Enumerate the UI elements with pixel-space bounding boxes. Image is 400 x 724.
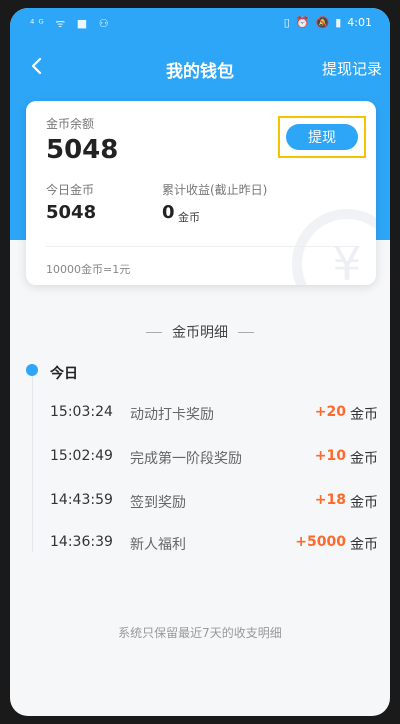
section-title: 金币明细: [172, 325, 228, 341]
record-row: 15:02:49 完成第一阶段奖励 +10 金币: [10, 446, 390, 468]
cumulative-earnings-value: 0: [162, 202, 175, 223]
exchange-rate: 10000金币=1元: [46, 263, 131, 276]
record-row: 15:03:24 动动打卡奖励 +20 金币: [10, 402, 390, 424]
section-line-right: [238, 331, 254, 333]
record-time: 14:43:59: [50, 492, 113, 508]
today-coins-label: 今日金币: [46, 183, 95, 197]
status-time: 4:01: [347, 16, 372, 29]
record-amount: +5000 金币: [295, 534, 378, 554]
record-time: 15:03:24: [50, 404, 113, 420]
battery-icon: ▮: [335, 16, 342, 29]
record-row: 14:36:39 新人福利 +5000 金币: [10, 532, 390, 554]
record-amount-unit: 金币: [350, 451, 378, 467]
nav-bar: 我的钱包 提现记录: [10, 44, 390, 92]
alarm-icon: ⏰: [295, 16, 310, 29]
record-amount: +10 金币: [315, 448, 378, 468]
timeline-dot: [26, 364, 38, 376]
record-desc: 完成第一阶段奖励: [130, 451, 242, 467]
card-divider: [46, 246, 356, 247]
record-desc: 新人福利: [130, 537, 186, 553]
section-header: 金币明细: [10, 322, 390, 342]
balance-value: 5048: [46, 135, 119, 165]
withdraw-highlight: 提现: [278, 116, 366, 158]
wallet-card: ¥ 金币余额 5048 提现 今日金币 5048 累计收益(截止昨日) 0 金币…: [26, 101, 376, 285]
cumulative-earnings-unit: 金币: [178, 211, 200, 224]
section-line-left: [146, 331, 162, 333]
status-icons-right: ▯ ⏰ 🔕 ▮ 4:01: [284, 16, 372, 29]
status-bar: ⁴ᴳ ᯤ ■ ⚇ ▯ ⏰ 🔕 ▮ 4:01: [10, 8, 390, 38]
record-time: 15:02:49: [50, 448, 113, 464]
retention-note: 系统只保留最近7天的收支明细: [118, 626, 282, 640]
record-amount-value: +10: [314, 448, 346, 464]
withdraw-button[interactable]: 提现: [286, 124, 358, 150]
vibrate-icon: ▯: [283, 16, 290, 29]
mute-icon: 🔕: [315, 16, 330, 29]
yuan-coin-icon: ¥: [292, 209, 376, 285]
day-label: 今日: [50, 366, 78, 382]
status-icons-left: ⁴ᴳ ᯤ ■ ⚇: [30, 17, 113, 30]
withdraw-record-link[interactable]: 提现记录: [322, 58, 382, 79]
record-row: 14:43:59 签到奖励 +18 金币: [10, 490, 390, 512]
phone-screen: ⁴ᴳ ᯤ ■ ⚇ ▯ ⏰ 🔕 ▮ 4:01 我的钱包 提现记录 ¥ 金币余额 5…: [10, 8, 390, 716]
record-amount-value: +18: [314, 492, 346, 508]
record-amount-unit: 金币: [350, 537, 378, 553]
record-amount-unit: 金币: [350, 495, 378, 511]
record-time: 14:36:39: [50, 534, 113, 550]
record-amount-value: +5000: [295, 534, 346, 550]
record-desc: 动动打卡奖励: [130, 407, 214, 423]
today-coins-value: 5048: [46, 202, 97, 223]
record-amount: +20 金币: [315, 404, 378, 424]
balance-label: 金币余额: [46, 117, 95, 131]
record-amount-value: +20: [314, 404, 346, 420]
record-amount: +18 金币: [315, 492, 378, 512]
cumulative-earnings-label: 累计收益(截止昨日): [162, 183, 268, 197]
record-desc: 签到奖励: [130, 495, 186, 511]
record-amount-unit: 金币: [350, 407, 378, 423]
